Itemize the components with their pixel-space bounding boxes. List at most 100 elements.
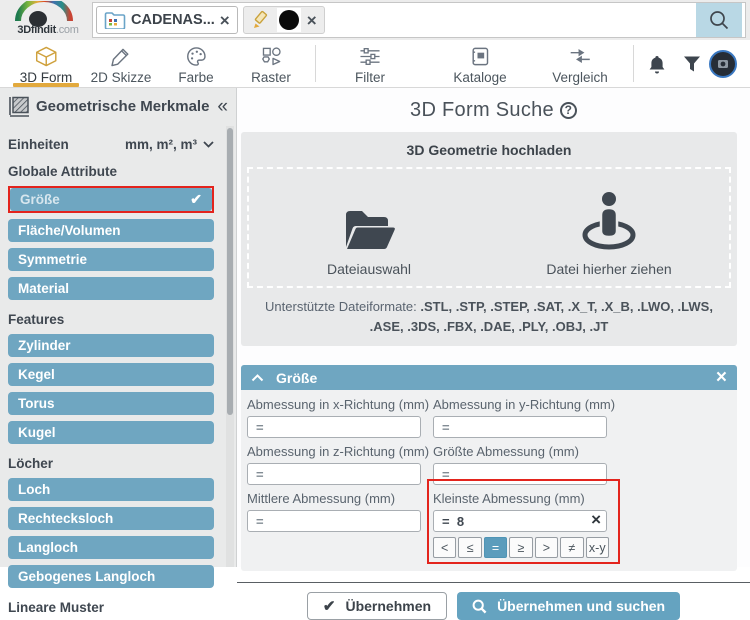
catalog-book-icon	[472, 47, 488, 66]
item-label: Fläche/Volumen	[18, 223, 121, 238]
apply-button[interactable]: ✔ Übernehmen	[306, 592, 448, 620]
sketch-pencil-icon	[253, 10, 267, 28]
upload-dropzone[interactable]: Dateiauswahl Datei hierher ziehen	[247, 167, 731, 288]
units-dropdown[interactable]: mm, m², m³	[125, 137, 214, 152]
main-content: 3D Form Suche? 3D Geometrie hochladen Da…	[237, 88, 750, 620]
file-select-button[interactable]: Dateiauswahl	[249, 181, 489, 277]
search-term-chip-cadenas[interactable]: CADENAS... ×	[96, 6, 238, 34]
sidebar-item-groesse[interactable]: Größe ✔	[10, 188, 212, 211]
section-divider	[237, 582, 750, 584]
dim-z-input[interactable]	[247, 463, 421, 486]
sidebar-title: Geometrische Merkmale	[36, 98, 210, 115]
dim-max-input[interactable]	[433, 463, 607, 486]
mode-toolbar: 3D Form 2D Skizze Farbe Raster Filter Ka…	[0, 40, 750, 88]
dim-x-input[interactable]	[247, 416, 421, 439]
field-dim-max: Größte Abmessung (mm)	[433, 438, 614, 486]
search-button[interactable]	[696, 3, 742, 37]
operator-le[interactable]: ≤	[458, 537, 482, 559]
apply-label: Übernehmen	[345, 598, 432, 615]
item-label: Kegel	[18, 367, 55, 382]
filter-funnel-icon[interactable]	[682, 54, 702, 74]
item-label: Langloch	[18, 540, 78, 555]
remove-sketch-icon[interactable]: ×	[307, 12, 317, 29]
field-label: Abmessung in y-Richtung (mm)	[433, 397, 616, 413]
tab-label: Filter	[355, 70, 385, 85]
tab-kataloge[interactable]: Kataloge	[453, 46, 507, 85]
sidebar-item-flaeche-volumen[interactable]: Fläche/Volumen	[8, 219, 214, 242]
tab-3d-form[interactable]: 3D Form	[20, 46, 72, 85]
open-folder-icon	[346, 211, 395, 249]
drag-drop-target[interactable]: Datei hierher ziehen	[489, 181, 729, 277]
sidebar-item-zylinder[interactable]: Zylinder	[8, 334, 214, 357]
operator-ge[interactable]: ≥	[509, 537, 533, 559]
sidebar-item-material[interactable]: Material	[8, 277, 214, 300]
help-icon[interactable]: ?	[559, 101, 577, 119]
compare-arrows-icon	[570, 49, 590, 64]
operator-lt[interactable]: <	[433, 537, 457, 559]
check-icon: ✔	[322, 598, 336, 616]
sidebar-item-gebogenes-langloch[interactable]: Gebogenes Langloch	[8, 565, 214, 588]
apply-and-search-button[interactable]: Übernehmen und suchen	[457, 592, 681, 620]
remove-term-icon[interactable]: ×	[220, 12, 230, 29]
chevron-up-icon	[251, 373, 264, 381]
field-dim-mid: Mittlere Abmessung (mm)	[247, 485, 428, 558]
collapse-sidebar-icon[interactable]: «	[217, 97, 228, 116]
3dfindit-logo[interactable]: 3Dfindit.com	[6, 1, 90, 36]
selected-highlight-box: Größe ✔	[8, 186, 214, 213]
group-heading-features: Features	[8, 312, 65, 327]
sidebar-item-symmetrie[interactable]: Symmetrie	[8, 248, 214, 271]
sidebar-item-langloch[interactable]: Langloch	[8, 536, 214, 559]
close-panel-icon[interactable]: ×	[716, 368, 727, 387]
operator-range[interactable]: x-y	[585, 537, 609, 559]
tab-farbe[interactable]: Farbe	[178, 46, 214, 85]
sidebar-header: Geometrische Merkmale «	[0, 88, 236, 125]
notifications-bell-icon[interactable]	[647, 54, 667, 76]
units-row: Einheiten mm, m², m³	[8, 137, 214, 152]
sketch-black-circle	[278, 10, 299, 30]
logo-text: 3Dfindit.com	[17, 24, 79, 36]
dim-y-input[interactable]	[433, 416, 607, 439]
tab-label: Kataloge	[453, 70, 507, 85]
toolbar-separator	[315, 45, 316, 82]
geometry-sidebar: Geometrische Merkmale « Einheiten mm, m²…	[0, 88, 237, 615]
search-icon	[472, 599, 487, 614]
size-panel-header[interactable]: Größe ×	[241, 365, 737, 391]
toolbar-separator	[633, 45, 634, 82]
dim-mid-input[interactable]	[247, 510, 421, 533]
active-tab-underline	[13, 83, 79, 87]
tab-2d-skizze[interactable]: 2D Skizze	[91, 46, 151, 85]
search-input[interactable]: CADENAS... × ×	[92, 2, 746, 38]
sidebar-item-rechtecksloch[interactable]: Rechtecksloch	[8, 507, 214, 530]
upload-heading: 3D Geometrie hochladen	[406, 142, 572, 158]
search-icon	[710, 11, 729, 30]
sidebar-item-loch[interactable]: Loch	[8, 478, 214, 501]
item-label: Torus	[18, 396, 55, 411]
sidebar-item-torus[interactable]: Torus	[8, 392, 214, 415]
formats-prefix: Unterstützte Dateiformate:	[265, 299, 421, 314]
group-heading-loecher: Löcher	[8, 456, 54, 471]
sidebar-item-kegel[interactable]: Kegel	[8, 363, 214, 386]
apply-and-search-label: Übernehmen und suchen	[497, 598, 666, 615]
scrollbar-thumb[interactable]	[227, 128, 233, 415]
drag-person-icon	[582, 192, 636, 250]
search-sketch-chip[interactable]: ×	[242, 6, 325, 34]
field-dim-min-highlighted: Kleinste Abmessung (mm) × < ≤ = ≥ > ≠ x-…	[427, 479, 620, 565]
sidebar-scrollbar[interactable]	[226, 126, 234, 567]
user-avatar[interactable]	[709, 50, 737, 78]
size-panel-title: Größe	[276, 369, 318, 386]
tab-filter[interactable]: Filter	[355, 46, 385, 85]
dim-min-input[interactable]	[433, 510, 607, 533]
group-heading-globale-attribute: Globale Attribute	[8, 164, 118, 179]
item-label: Zylinder	[18, 338, 71, 353]
operator-gt[interactable]: >	[534, 537, 559, 559]
tab-vergleich[interactable]: Vergleich	[552, 46, 608, 85]
operator-ne[interactable]: ≠	[560, 537, 584, 559]
tab-raster[interactable]: Raster	[251, 46, 291, 85]
sidebar-item-kugel[interactable]: Kugel	[8, 421, 214, 444]
clear-value-icon[interactable]: ×	[591, 510, 601, 530]
operator-eq[interactable]: =	[483, 537, 508, 559]
sketch-thumbnail	[276, 8, 301, 32]
field-label: Kleinste Abmessung (mm)	[433, 491, 585, 507]
field-dim-y: Abmessung in y-Richtung (mm)	[433, 391, 616, 439]
item-label: Rechtecksloch	[18, 511, 114, 526]
